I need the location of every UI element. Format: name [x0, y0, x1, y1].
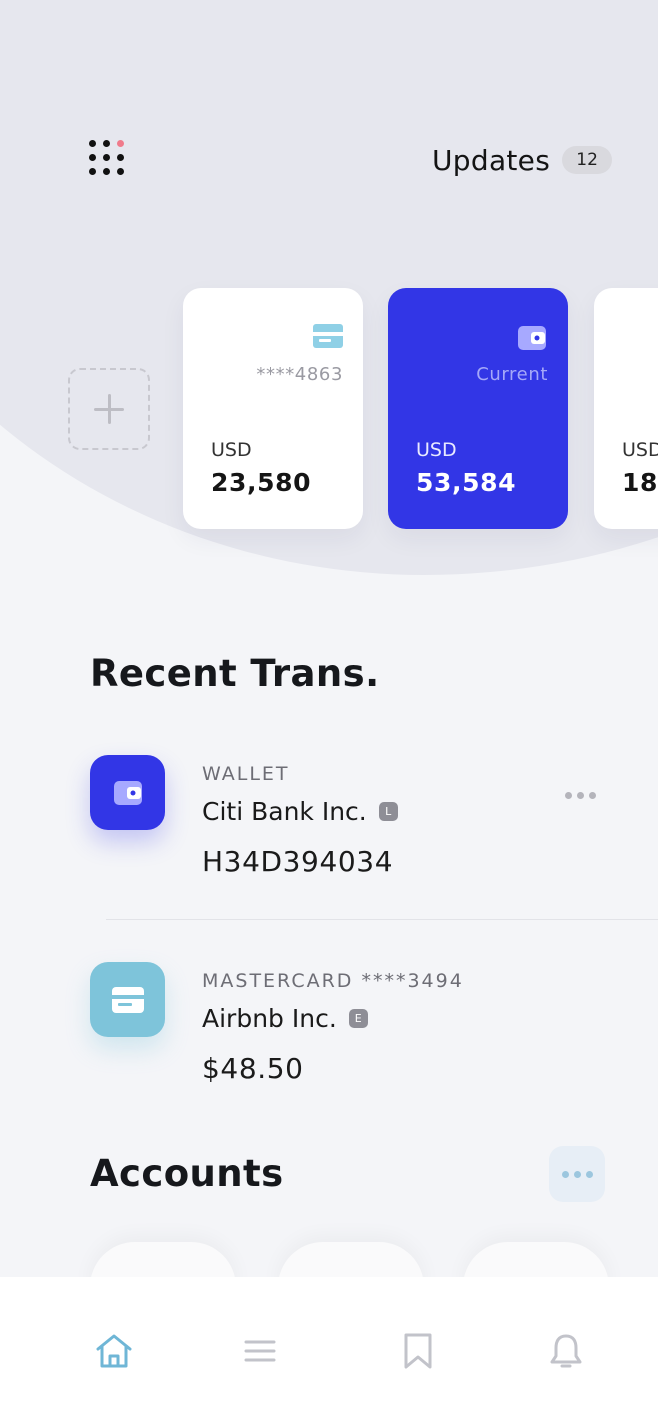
transaction-item[interactable]: WALLET Citi Bank Inc. L H34D394034	[90, 755, 650, 905]
accounts-title: Accounts	[90, 1152, 284, 1195]
account-card[interactable]: USD 18,	[594, 288, 658, 529]
updates-label: Updates	[432, 143, 551, 177]
updates-count-badge: 12	[562, 146, 613, 174]
credit-card-icon	[90, 962, 165, 1037]
credit-card-icon	[313, 324, 343, 352]
transaction-merchant: Airbnb Inc. E	[202, 1004, 368, 1033]
grid-dot	[89, 168, 96, 175]
card-currency: USD	[622, 439, 658, 461]
bookmark-icon[interactable]	[396, 1329, 440, 1373]
transaction-value: $48.50	[202, 1052, 304, 1085]
more-options-icon[interactable]	[565, 792, 596, 799]
grid-dot	[89, 140, 96, 147]
wallet-icon	[518, 324, 548, 356]
list-icon[interactable]	[238, 1329, 282, 1373]
bottom-navigation	[0, 1277, 658, 1425]
bell-icon[interactable]	[544, 1329, 588, 1373]
accounts-more-button[interactable]	[549, 1146, 605, 1202]
transaction-merchant: Citi Bank Inc. L	[202, 797, 398, 826]
grid-dot	[103, 154, 110, 161]
home-icon[interactable]	[92, 1329, 136, 1373]
merchant-name: Airbnb Inc.	[202, 1004, 337, 1033]
add-card-button[interactable]	[68, 368, 150, 450]
wallet-icon	[90, 755, 165, 830]
grid-dot	[103, 168, 110, 175]
grid-dot	[117, 154, 124, 161]
card-balance: 23,580	[211, 468, 312, 497]
card-label: Current	[476, 364, 548, 385]
transaction-type: WALLET	[202, 763, 290, 785]
grid-dot	[89, 154, 96, 161]
grid-dot	[103, 140, 110, 147]
merchant-tag: E	[348, 1009, 368, 1028]
transaction-type: MASTERCARD ****3494	[202, 970, 464, 992]
account-card-active[interactable]: Current USD 53,584	[388, 288, 568, 529]
merchant-name: Citi Bank Inc.	[202, 797, 367, 826]
app: Updates 12 ****4863 USD 23,580 Current U…	[0, 0, 658, 1425]
updates-button[interactable]: Updates 12	[432, 140, 613, 180]
notification-dot	[117, 140, 124, 147]
divider	[106, 919, 658, 920]
card-balance: 18,	[622, 468, 658, 497]
card-balance: 53,584	[416, 468, 517, 497]
plus-icon	[94, 394, 124, 424]
account-card[interactable]: ****4863 USD 23,580	[183, 288, 363, 529]
card-currency: USD	[211, 439, 252, 461]
menu-grid-button[interactable]	[86, 137, 130, 181]
card-currency: USD	[416, 439, 457, 461]
recent-transactions-title: Recent Trans.	[90, 652, 380, 695]
card-number: ****4863	[256, 364, 343, 385]
transaction-item[interactable]: MASTERCARD ****3494 Airbnb Inc. E $48.50	[90, 962, 650, 1112]
merchant-tag: L	[378, 802, 398, 821]
grid-dot	[117, 168, 124, 175]
transaction-value: H34D394034	[202, 845, 394, 878]
